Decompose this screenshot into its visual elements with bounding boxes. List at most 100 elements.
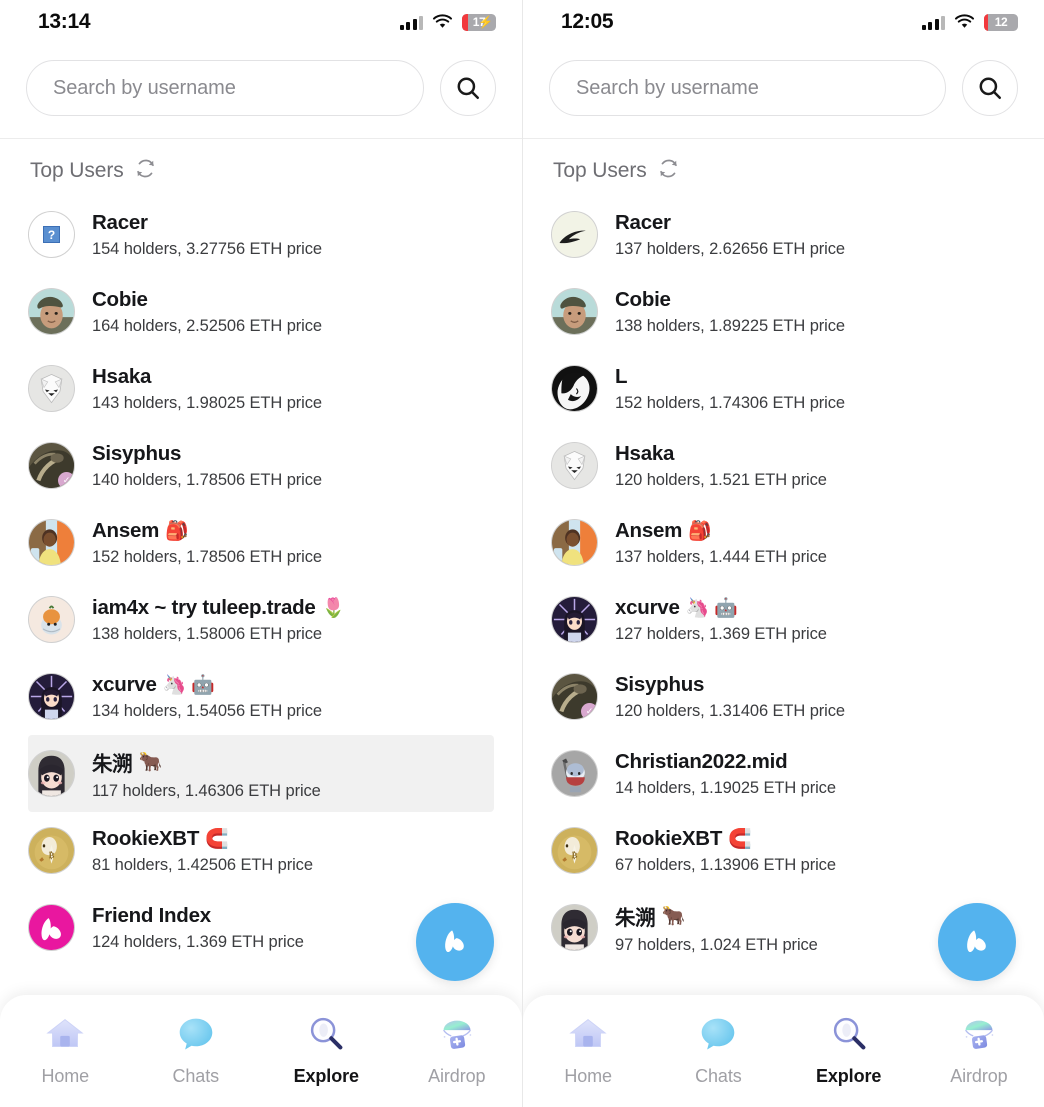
svg-text:₿: ₿ <box>572 850 578 860</box>
avatar[interactable] <box>28 519 75 566</box>
user-row[interactable]: ₿ RookieXBT 🧲 81 holders, 1.42506 ETH pr… <box>28 812 494 889</box>
user-row[interactable]: ? Racer 154 holders, 3.27756 ETH price <box>28 196 494 273</box>
avatar[interactable] <box>551 750 598 797</box>
avatar[interactable] <box>551 519 598 566</box>
avatar[interactable] <box>28 750 75 797</box>
user-row[interactable]: ₿ RookieXBT 🧲 67 holders, 1.13906 ETH pr… <box>551 812 1016 889</box>
user-name: Ansem 🎒 <box>92 519 322 543</box>
avatar[interactable] <box>551 211 598 258</box>
dual-screenshot-comparison: 13:14 17 ⚡ Search by username Top Users … <box>0 0 1044 1107</box>
user-row-text: Hsaka 120 holders, 1.521 ETH price <box>615 442 827 490</box>
user-name-text: RookieXBT <box>615 826 723 850</box>
top-users-list: ? Racer 154 holders, 3.27756 ETH price C… <box>0 196 522 966</box>
avatar[interactable] <box>551 365 598 412</box>
user-stats: 138 holders, 1.89225 ETH price <box>615 316 845 335</box>
user-row[interactable]: ✓ Sisyphus 140 holders, 1.78506 ETH pric… <box>28 427 494 504</box>
avatar[interactable]: ✓ <box>28 442 75 489</box>
avatar[interactable]: ✓ <box>551 673 598 720</box>
search-input[interactable]: Search by username <box>26 60 424 116</box>
user-row[interactable]: xcurve 🦄 🤖 134 holders, 1.54056 ETH pric… <box>28 658 494 735</box>
user-stats: 117 holders, 1.46306 ETH price <box>92 781 321 800</box>
user-row[interactable]: Hsaka 120 holders, 1.521 ETH price <box>551 427 1016 504</box>
avatar[interactable]: ₿ <box>551 827 598 874</box>
tab-label: Explore <box>815 1066 882 1086</box>
cellular-signal-icon <box>921 15 945 30</box>
user-row[interactable]: Christian2022.mid 14 holders, 1.19025 ET… <box>551 735 1016 812</box>
magnifier-icon <box>303 1011 349 1057</box>
avatar[interactable]: ₿ <box>28 827 75 874</box>
search-button[interactable] <box>440 60 496 116</box>
search-icon <box>457 77 479 99</box>
status-time: 12:05 <box>561 10 614 33</box>
friendtech-fab-button[interactable] <box>416 903 494 981</box>
user-row[interactable]: ✓ Sisyphus 120 holders, 1.31406 ETH pric… <box>551 658 1016 735</box>
user-row[interactable]: Cobie 164 holders, 2.52506 ETH price <box>28 273 494 350</box>
home-icon <box>565 1011 611 1057</box>
search-placeholder: Search by username <box>53 76 236 99</box>
refresh-icon[interactable] <box>135 158 156 179</box>
tab-label: Airdrop <box>428 1066 486 1086</box>
user-name-emoji: 🧲 <box>728 828 752 850</box>
tab-airdrop[interactable]: Airdrop <box>914 1011 1044 1087</box>
tab-explore[interactable]: Explore <box>261 1011 392 1087</box>
refresh-icon[interactable] <box>658 158 679 179</box>
home-icon <box>46 1019 84 1047</box>
chat-bubble-icon <box>179 1018 213 1050</box>
user-stats: 164 holders, 2.52506 ETH price <box>92 316 322 335</box>
user-row[interactable]: Cobie 138 holders, 1.89225 ETH price <box>551 273 1016 350</box>
user-row[interactable]: iam4x ~ try tuleep.trade 🌷 138 holders, … <box>28 581 494 658</box>
refresh-button[interactable] <box>135 158 156 184</box>
user-row[interactable]: Ansem 🎒 137 holders, 1.444 ETH price <box>551 504 1016 581</box>
tab-label: Explore <box>293 1066 359 1086</box>
user-row-text: Hsaka 143 holders, 1.98025 ETH price <box>92 365 322 413</box>
avatar[interactable] <box>551 442 598 489</box>
friendtech-fab-button[interactable] <box>938 903 1016 981</box>
user-row[interactable]: Racer 137 holders, 2.62656 ETH price <box>551 196 1016 273</box>
tab-explore[interactable]: Explore <box>784 1011 914 1087</box>
avatar[interactable] <box>551 904 598 951</box>
user-row[interactable]: Hsaka 143 holders, 1.98025 ETH price <box>28 350 494 427</box>
section-header: Top Users <box>0 139 522 196</box>
section-title-text: Top Users <box>553 159 647 182</box>
search-button[interactable] <box>962 60 1018 116</box>
battery-level: 12 <box>994 15 1008 29</box>
search-input[interactable]: Search by username <box>549 60 946 116</box>
user-name: 朱溯 🐂 <box>92 747 321 777</box>
refresh-button[interactable] <box>658 158 679 184</box>
user-name: RookieXBT 🧲 <box>615 827 836 851</box>
tab-chats[interactable]: Chats <box>653 1011 783 1087</box>
user-stats: 152 holders, 1.74306 ETH price <box>615 393 845 412</box>
user-row[interactable]: xcurve 🦄 🤖 127 holders, 1.369 ETH price <box>551 581 1016 658</box>
user-row[interactable]: 朱溯 🐂 117 holders, 1.46306 ETH price <box>28 735 494 812</box>
user-name-text: Sisyphus <box>92 441 182 465</box>
user-stats: 134 holders, 1.54056 ETH price <box>92 701 322 720</box>
avatar[interactable]: ? <box>28 211 75 258</box>
avatar[interactable] <box>28 904 75 951</box>
avatar[interactable] <box>28 365 75 412</box>
section-title-text: Top Users <box>30 159 124 182</box>
chat-bubble-icon <box>702 1018 735 1050</box>
user-stats: 97 holders, 1.024 ETH price <box>615 935 818 954</box>
user-name: Sisyphus <box>615 673 845 697</box>
magnifier-icon <box>826 1011 872 1057</box>
user-row[interactable]: Ansem 🎒 152 holders, 1.78506 ETH price <box>28 504 494 581</box>
user-stats: 127 holders, 1.369 ETH price <box>615 624 827 643</box>
tab-chats[interactable]: Chats <box>131 1011 262 1087</box>
tab-home[interactable]: Home <box>523 1011 653 1087</box>
tab-home[interactable]: Home <box>0 1011 131 1087</box>
parachute-icon <box>434 1011 480 1057</box>
user-stats: 137 holders, 2.62656 ETH price <box>615 239 845 258</box>
tab-airdrop[interactable]: Airdrop <box>392 1011 523 1087</box>
user-name-emoji: 🎒 <box>165 520 189 542</box>
avatar[interactable] <box>551 596 598 643</box>
battery-icon: 17 ⚡ <box>462 13 496 31</box>
user-row[interactable]: L 152 holders, 1.74306 ETH price <box>551 350 1016 427</box>
user-name-text: xcurve <box>615 595 680 619</box>
user-name: xcurve 🦄 🤖 <box>615 596 827 620</box>
avatar[interactable] <box>551 288 598 335</box>
avatar[interactable] <box>28 596 75 643</box>
avatar[interactable] <box>28 673 75 720</box>
user-row-text: xcurve 🦄 🤖 134 holders, 1.54056 ETH pric… <box>92 673 322 721</box>
user-name: L <box>615 365 845 389</box>
avatar[interactable] <box>28 288 75 335</box>
